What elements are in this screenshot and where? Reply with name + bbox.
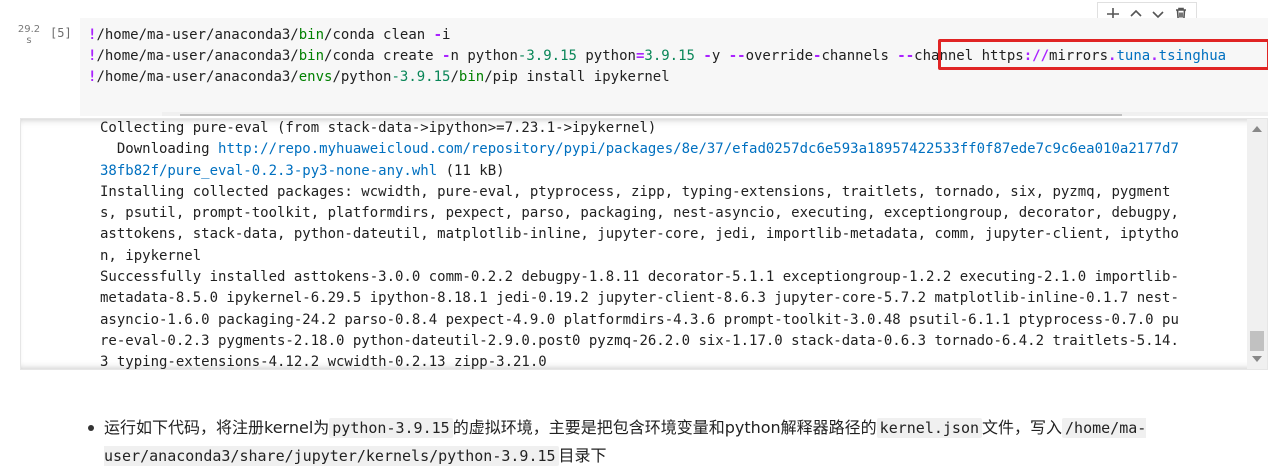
code-token: /conda clean [324, 27, 434, 43]
execution-count: [5] [50, 26, 72, 40]
code-token: python [576, 48, 636, 64]
code-token: /pip install ipykernel [484, 69, 670, 85]
output-line-downloading: Downloading http://repo.myhuaweicloud.co… [100, 141, 1179, 158]
code-token: -- [897, 48, 915, 64]
vertical-scroll-thumb[interactable] [1250, 331, 1264, 351]
code-token: - [433, 27, 443, 43]
code-token: n python [450, 48, 518, 64]
horizontal-scroll-thumb[interactable] [180, 114, 1122, 116]
code-token: - [703, 48, 712, 64]
output-line-installing: s, psutil, prompt-toolkit, platformdirs,… [100, 205, 1179, 222]
code-token: -3.9.15 [517, 48, 577, 64]
code-line: !/home/ma-user/anaconda3/envs/python-3.9… [88, 67, 1268, 88]
cell-output: Collecting pure-eval (from stack-data->i… [20, 118, 1268, 370]
code-token: /conda create [324, 48, 443, 64]
code-token: y [711, 48, 729, 64]
code-token: 3.9.15 [644, 48, 695, 64]
bullet-icon [88, 425, 94, 431]
output-line-downloading-cont: 38fb82f/pure_eval-0.2.3-py3-none-any.whl… [100, 162, 505, 179]
output-line-success: asyncio-1.6.0 packaging-24.2 parso-0.8.4… [100, 311, 1179, 328]
scroll-down-arrow-icon[interactable] [1252, 356, 1262, 362]
code-token: bin [298, 27, 325, 43]
horizontal-scrollbar[interactable] [162, 112, 1268, 116]
code-token: / [450, 69, 459, 85]
output-line-installing: n, ipykernel [100, 247, 202, 264]
code-editor[interactable]: !/home/ma-user/anaconda3/bin/conda clean… [80, 18, 1268, 116]
code-token: bin [298, 48, 325, 64]
markdown-list-item: 运行如下代码，将注册kernel为 python-3.9.15 的虚拟环境，主要是把… [88, 414, 1184, 470]
code-token: override [745, 48, 813, 64]
inline-code-kernel-json: kernel.json [876, 418, 983, 438]
output-line-collecting: Collecting pure-eval (from stack-data->i… [100, 120, 657, 136]
code-token: channels [821, 48, 898, 64]
code-token: bin [458, 69, 485, 85]
vertical-scrollbar[interactable] [1247, 119, 1267, 369]
code-token: /home/ma-user/anaconda3/ [96, 69, 299, 85]
scroll-up-arrow-icon[interactable] [1252, 126, 1262, 132]
execution-time: 29.2 s [17, 24, 41, 46]
output-text: Collecting pure-eval (from stack-data->i… [100, 119, 1250, 370]
output-line-installing: Installing collected packages: wcwidth, … [100, 183, 1171, 200]
code-token: -3.9.15 [391, 69, 451, 85]
code-token: envs [298, 69, 333, 85]
code-token: i [442, 27, 451, 43]
output-line-success: re-eval-0.2.3 pygments-2.18.0 python-dat… [100, 332, 1179, 349]
output-line-success: Successfully installed asttokens-3.0.0 c… [100, 269, 1179, 286]
code-token: /home/ma-user/anaconda3/ [96, 48, 299, 64]
output-line-success: metadata-8.5.0 ipykernel-6.29.5 ipython-… [100, 290, 1179, 307]
code-token: /home/ma-user/anaconda3/ [96, 27, 299, 43]
download-link[interactable]: http://repo.myhuaweicloud.com/repository… [218, 141, 1179, 157]
download-link-cont[interactable]: 38fb82f/pure_eval-0.2.3-py3-none-any.whl [100, 163, 437, 179]
output-line-success: 3 typing-extensions-4.12.2 wcwidth-0.2.1… [100, 354, 547, 370]
code-token: -- [728, 48, 746, 64]
inline-code-env: python-3.9.15 [329, 418, 453, 438]
code-token: /python [332, 69, 392, 85]
red-highlight-box [938, 39, 1268, 70]
output-line-installing: asttokens, stack-data, python-dateutil, … [100, 226, 1179, 243]
